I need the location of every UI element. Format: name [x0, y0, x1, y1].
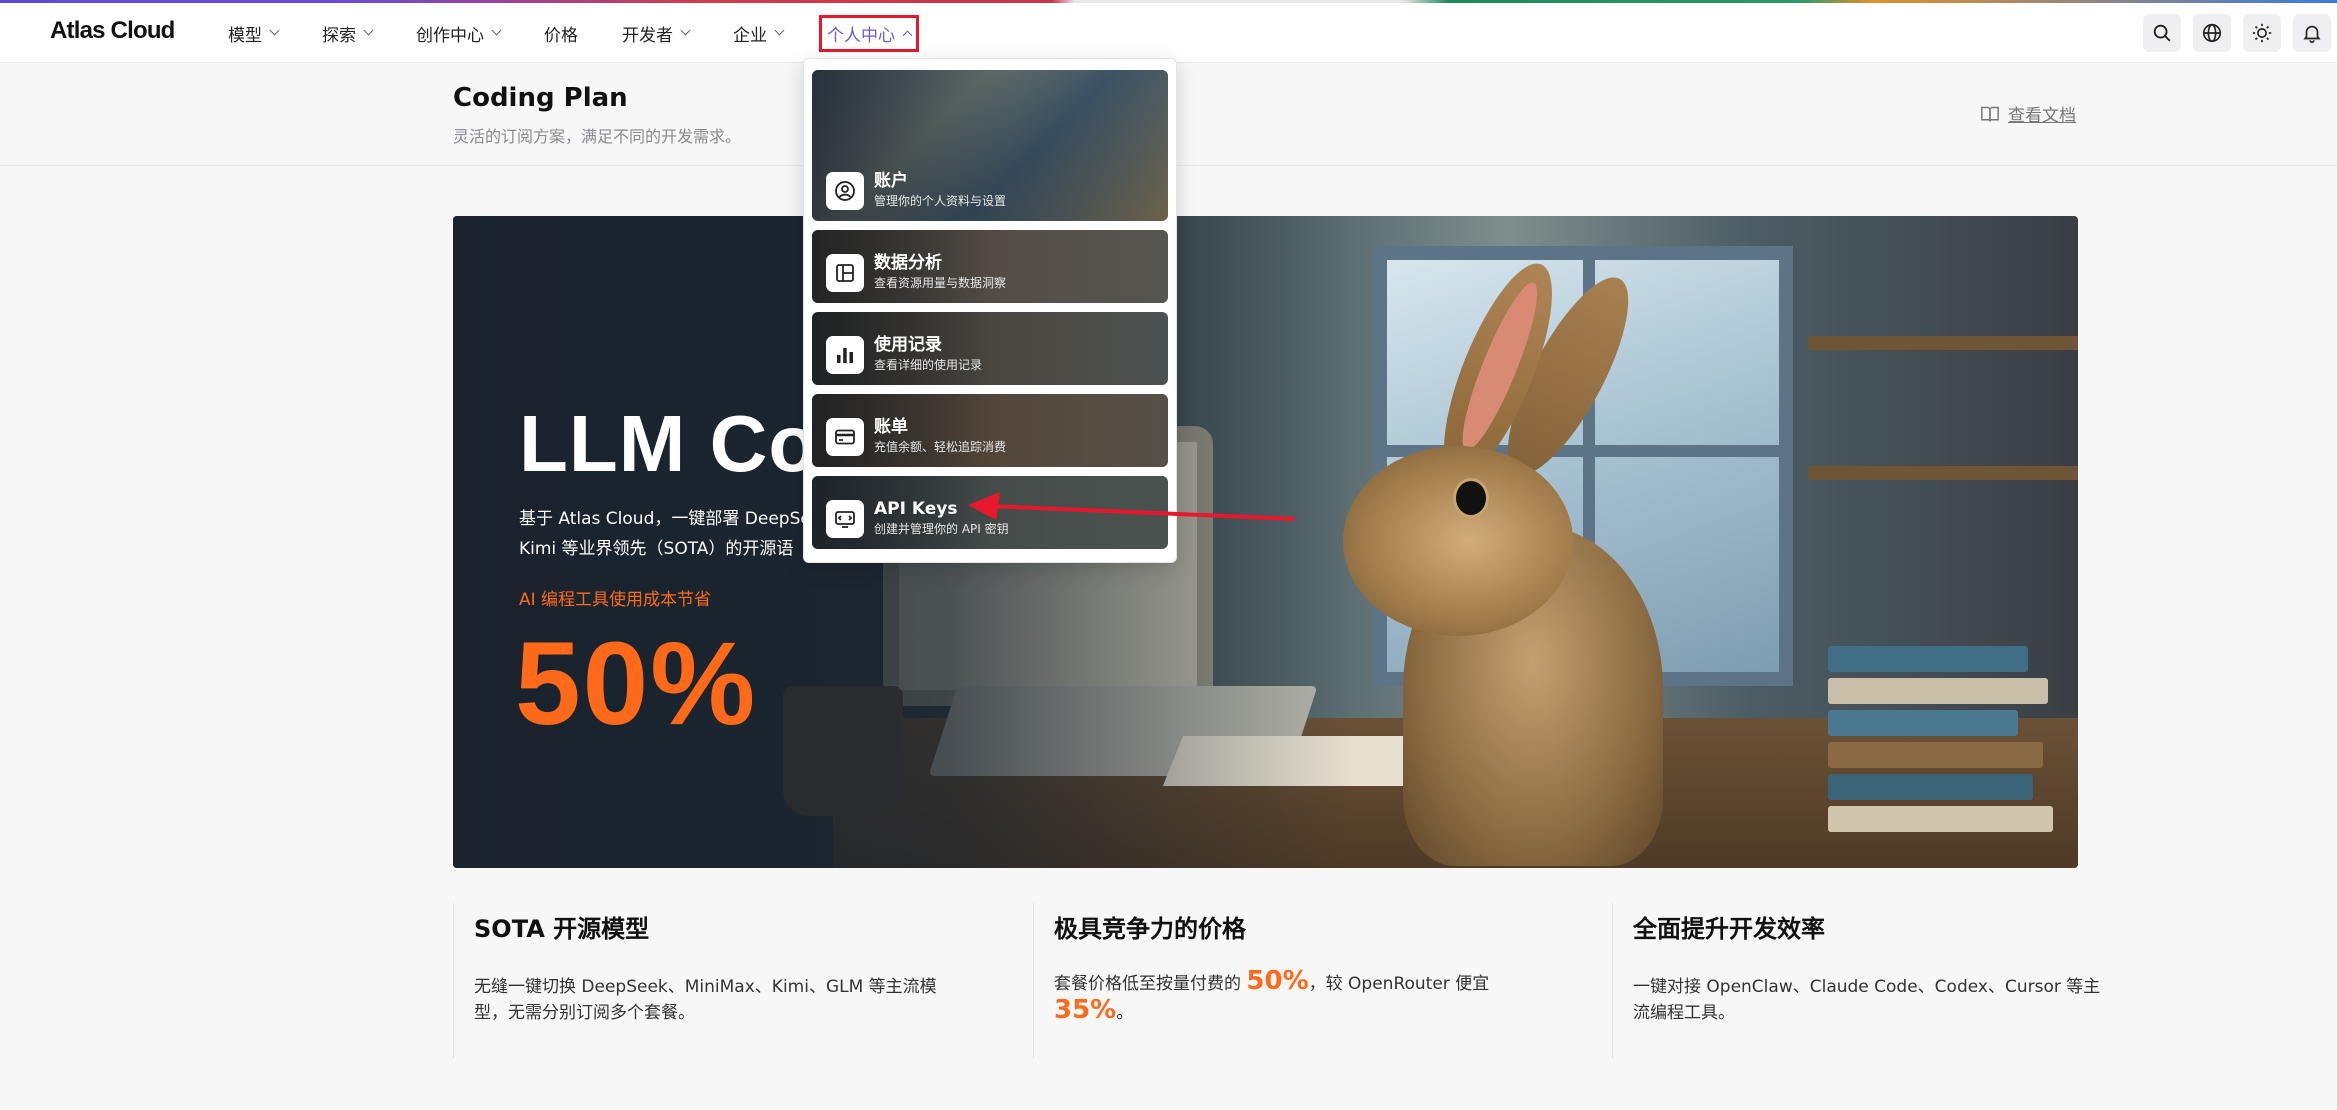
bell-icon: [2303, 25, 2321, 43]
menu-item-subtitle: 查看详细的使用记录: [874, 358, 983, 372]
nav-item-creation-center[interactable]: 创作中心: [416, 21, 502, 46]
book-open-icon: [1981, 106, 1999, 122]
nav-item-label: 开发者: [622, 25, 673, 46]
nav-item-explore[interactable]: 探索: [322, 21, 374, 46]
annotation-arrow-icon: [968, 492, 1296, 521]
nav-item-developers[interactable]: 开发者: [622, 21, 691, 46]
highlight-percent: 35%: [1054, 995, 1117, 1025]
nav-item-label: 探索: [322, 25, 356, 46]
sun-icon: [2252, 23, 2272, 43]
nav-item-personal-center[interactable]: 个人中心: [819, 14, 919, 52]
nav-item-enterprise[interactable]: 企业: [733, 21, 785, 46]
top-navbar: Atlas Cloud 模型 探索 创作中心 价格 开发者 企业 个人中心: [0, 3, 2337, 63]
menu-item-title: 账户: [874, 171, 908, 191]
hero-illustration-rabbit-head: [1343, 446, 1573, 636]
highlight-percent: 50%: [1246, 966, 1309, 996]
feature-text: 一键对接 OpenClaw、Claude Code、Codex、Cursor 等…: [1633, 977, 2101, 1023]
notifications-button[interactable]: [2293, 14, 2331, 52]
hero-illustration-shelf: [1808, 466, 2078, 480]
menu-item-subtitle: 管理你的个人资料与设置: [874, 194, 1007, 208]
menu-item-billing[interactable]: 账单 充值余额、轻松追踪消费: [812, 394, 1168, 467]
nav-item-label: 价格: [544, 25, 578, 46]
page-subtitle: 灵活的订阅方案，满足不同的开发需求。: [453, 127, 742, 146]
feature-pricing: 极具竞争力的价格 套餐价格低至按量付费的 50%，较 OpenRouter 便宜…: [1033, 903, 1553, 1058]
feature-text: 套餐价格低至按量付费的 50%，较 OpenRouter 便宜 35%。: [1054, 968, 1524, 1026]
nav-item-label: 模型: [228, 25, 262, 46]
feature-text-part: ，较 OpenRouter 便宜: [1308, 974, 1490, 994]
feature-title: SOTA 开源模型: [474, 915, 650, 943]
feature-text-part: 套餐价格低至按量付费的: [1054, 974, 1247, 994]
globe-icon: [2202, 23, 2222, 43]
search-button[interactable]: [2143, 14, 2181, 52]
nav-item-models[interactable]: 模型: [228, 21, 280, 46]
chevron-down-icon: [680, 25, 691, 36]
personal-center-dropdown: 账户 管理你的个人资料与设置 数据分析 查看资源用量与数据洞察 使用记录 查看详…: [803, 58, 1177, 563]
key-screen-icon: [826, 500, 864, 538]
feature-sota-models: SOTA 开源模型 无缝一键切换 DeepSeek、MiniMax、Kimi、G…: [453, 903, 973, 1058]
hero-illustration-shelf: [1808, 336, 2078, 350]
feature-text: 无缝一键切换 DeepSeek、MiniMax、Kimi、GLM 等主流模型，无…: [474, 977, 937, 1023]
menu-item-title: 数据分析: [874, 253, 942, 273]
page-title: Coding Plan: [453, 83, 628, 113]
chevron-down-icon: [491, 25, 502, 36]
language-button[interactable]: [2193, 14, 2231, 52]
search-icon: [2153, 24, 2171, 42]
menu-item-subtitle: 查看资源用量与数据洞察: [874, 276, 1007, 290]
feature-title: 全面提升开发效率: [1633, 915, 1825, 943]
theme-toggle-button[interactable]: [2243, 14, 2281, 52]
menu-item-data-analytics[interactable]: 数据分析 查看资源用量与数据洞察: [812, 230, 1168, 303]
logo[interactable]: Atlas Cloud: [50, 17, 175, 45]
nav-item-pricing[interactable]: 价格: [544, 21, 578, 46]
view-docs-label: 查看文档: [2008, 106, 2076, 126]
layout-panel-icon: [826, 254, 864, 292]
hero-illustration-eye: [1453, 478, 1489, 518]
menu-item-title: 账单: [874, 417, 908, 437]
chevron-down-icon: [363, 25, 374, 36]
feature-title: 极具竞争力的价格: [1054, 915, 1246, 943]
bar-chart-icon: [826, 336, 864, 374]
chevron-up-icon: [902, 30, 913, 40]
view-docs-link[interactable]: 查看文档: [1980, 101, 2076, 126]
menu-item-usage-records[interactable]: 使用记录 查看详细的使用记录: [812, 312, 1168, 385]
chevron-down-icon: [774, 25, 785, 36]
menu-item-title: 使用记录: [874, 335, 942, 355]
hero-savings-label: AI 编程工具使用成本节省: [519, 590, 712, 610]
nav-item-label: 个人中心: [827, 25, 895, 46]
hero-title: LLM Co: [519, 399, 819, 488]
feature-text-part: 。: [1116, 1003, 1134, 1023]
nav-item-label: 企业: [733, 25, 767, 46]
menu-item-subtitle: 充值余额、轻松追踪消费: [874, 440, 1007, 454]
header-actions: [2131, 14, 2331, 52]
hero-savings-percent: 50%: [515, 618, 758, 750]
feature-dev-efficiency: 全面提升开发效率 一键对接 OpenClaw、Claude Code、Codex…: [1612, 903, 2132, 1058]
hero-illustration-books: [1828, 646, 2058, 856]
main-nav: 模型 探索 创作中心 价格 开发者 企业 个人中心: [228, 3, 963, 63]
credit-card-icon: [826, 418, 864, 456]
chevron-down-icon: [269, 25, 280, 36]
menu-item-account[interactable]: 账户 管理你的个人资料与设置: [812, 70, 1168, 221]
nav-item-label: 创作中心: [416, 25, 484, 46]
user-circle-icon: [826, 172, 864, 210]
